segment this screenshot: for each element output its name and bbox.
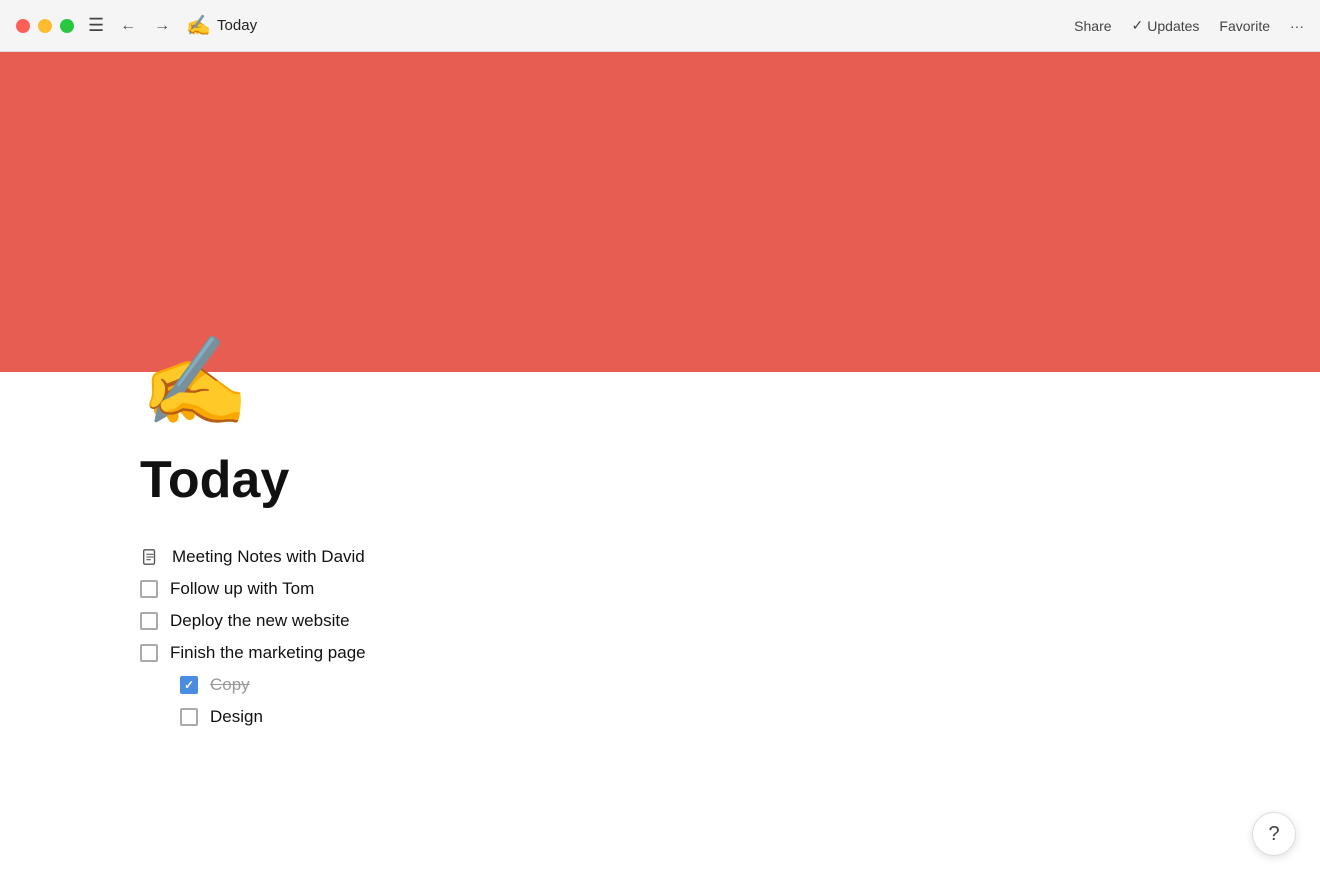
hero-banner: ✍️ <box>0 52 1320 372</box>
item-text: Follow up with Tom <box>170 579 314 599</box>
list-item[interactable]: Copy <box>140 669 1180 701</box>
menu-icon[interactable]: ☰ <box>88 15 104 36</box>
page-content: Today Meeting Notes with David Follow up… <box>0 372 1320 793</box>
page-nav-icon: ✍️ <box>186 13 211 38</box>
share-button[interactable]: Share <box>1074 18 1111 34</box>
checkbox[interactable] <box>140 644 158 662</box>
checkbox[interactable] <box>140 612 158 630</box>
item-text: Copy <box>210 675 250 695</box>
minimize-button[interactable] <box>38 19 52 33</box>
titlebar: ☰ ← → ✍️ Today Share ✓ Updates Favorite … <box>0 0 1320 52</box>
todo-list: Meeting Notes with David Follow up with … <box>140 541 1180 733</box>
traffic-lights <box>16 19 74 33</box>
list-item[interactable]: Deploy the new website <box>140 605 1180 637</box>
item-text: Finish the marketing page <box>170 643 366 663</box>
list-item[interactable]: Meeting Notes with David <box>140 541 1180 573</box>
list-item[interactable]: Design <box>140 701 1180 733</box>
maximize-button[interactable] <box>60 19 74 33</box>
nav-buttons: ← → <box>114 13 176 39</box>
page-title: Today <box>140 452 1180 509</box>
check-icon: ✓ <box>1132 17 1144 34</box>
more-button[interactable]: ··· <box>1290 18 1304 34</box>
titlebar-title: Today <box>217 17 257 34</box>
item-text: Design <box>210 707 263 727</box>
checkbox[interactable] <box>140 580 158 598</box>
close-button[interactable] <box>16 19 30 33</box>
page-emoji-icon: ✍️ <box>140 337 250 427</box>
document-icon <box>140 547 160 567</box>
list-item[interactable]: Finish the marketing page <box>140 637 1180 669</box>
favorite-button[interactable]: Favorite <box>1219 18 1270 34</box>
item-text: Deploy the new website <box>170 611 350 631</box>
updates-button[interactable]: ✓ Updates <box>1132 17 1200 34</box>
checkbox[interactable] <box>180 708 198 726</box>
help-button[interactable]: ? <box>1252 812 1296 856</box>
forward-button[interactable]: → <box>148 13 176 39</box>
checkbox-checked[interactable] <box>180 676 198 694</box>
list-item[interactable]: Follow up with Tom <box>140 573 1180 605</box>
titlebar-actions: Share ✓ Updates Favorite ··· <box>1074 17 1304 34</box>
item-text: Meeting Notes with David <box>172 547 365 567</box>
back-button[interactable]: ← <box>114 13 142 39</box>
